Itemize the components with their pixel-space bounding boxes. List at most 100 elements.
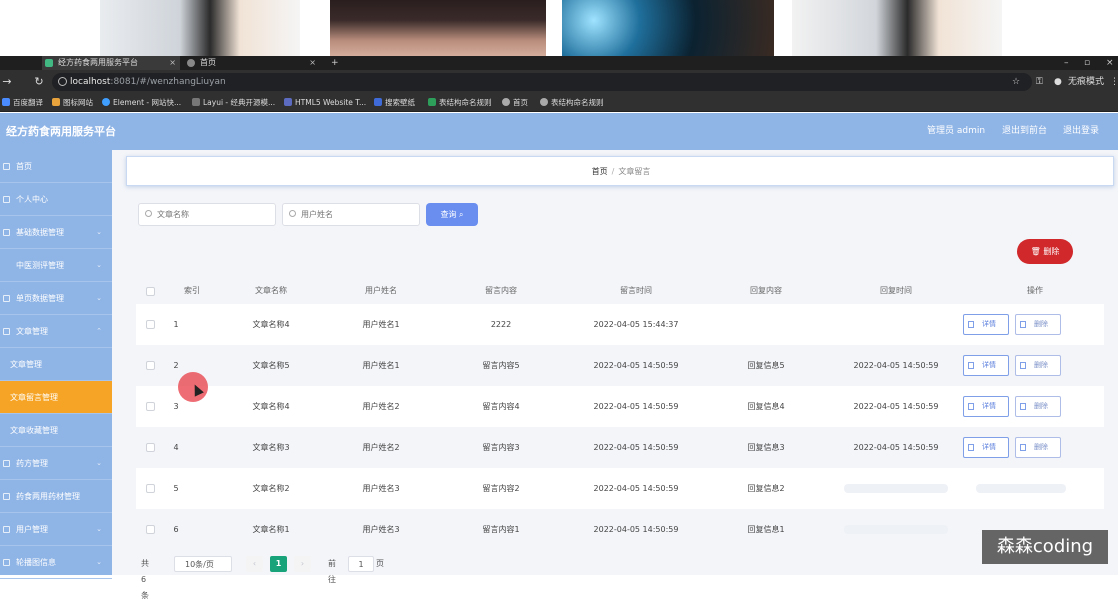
browser-tab-active[interactable]: 经方药食两用服务平台 × bbox=[42, 56, 180, 70]
breadcrumb-home[interactable]: 首页 bbox=[592, 167, 608, 176]
reload-icon[interactable]: ↻ bbox=[32, 75, 46, 89]
bookmark[interactable]: 搜索壁纸 bbox=[374, 94, 415, 112]
row-time: 2022-04-05 14:50:59 bbox=[593, 361, 679, 370]
goto-page-input[interactable]: 1 bbox=[348, 556, 374, 572]
key-icon[interactable]: ⚿ bbox=[1036, 70, 1043, 94]
incognito-icon[interactable]: ● bbox=[1054, 70, 1062, 94]
detail-button[interactable]: 详情 bbox=[963, 396, 1009, 417]
row-user: 用户姓名2 bbox=[362, 402, 400, 411]
sidebar-item-carousel[interactable]: 轮播图信息 ⌄ bbox=[0, 546, 112, 579]
bookmark[interactable]: 表结构命名规则 bbox=[540, 94, 604, 112]
row-reply: 回复信息2 bbox=[747, 484, 785, 493]
sidebar-item-single-page[interactable]: 单页数据管理 ⌄ bbox=[0, 282, 112, 315]
url-field[interactable]: localhost:8081/#/wenzhangLiuyan bbox=[52, 73, 1032, 91]
table-row[interactable]: 3 文章名称4 用户姓名2 留言内容4 2022-04-05 14:50:59 … bbox=[136, 386, 1104, 427]
bookmark-icon bbox=[428, 98, 436, 106]
table-row[interactable]: 4 文章名称3 用户姓名2 留言内容3 2022-04-05 14:50:59 … bbox=[136, 427, 1104, 468]
sidebar-item-users[interactable]: 用户管理 ⌄ bbox=[0, 513, 112, 546]
query-button[interactable]: 查询 ⌕ bbox=[426, 203, 478, 226]
bookmark[interactable]: 表结构命名规则 bbox=[428, 94, 492, 112]
page-size-select[interactable]: 10条/页 bbox=[174, 556, 232, 572]
sidebar-item-profile[interactable]: 个人中心 bbox=[0, 183, 112, 216]
document-icon bbox=[968, 321, 974, 328]
row-delete-button[interactable]: 删除 bbox=[1015, 437, 1061, 458]
row-checkbox[interactable] bbox=[146, 443, 155, 452]
profile-label[interactable]: 无痕模式 bbox=[1068, 70, 1104, 94]
browser-tab[interactable]: 首页 × bbox=[184, 56, 320, 70]
detail-button[interactable]: 详情 bbox=[963, 437, 1009, 458]
document-icon bbox=[968, 403, 974, 410]
table-row[interactable]: 2 文章名称5 用户姓名1 留言内容5 2022-04-05 14:50:59 … bbox=[136, 345, 1104, 386]
sidebar-item-prescriptions[interactable]: 药方管理 ⌄ bbox=[0, 447, 112, 480]
bookmark[interactable]: 图标网站 bbox=[52, 94, 93, 112]
bookmark[interactable]: Layui - 经典开源模... bbox=[192, 94, 275, 112]
trash-icon bbox=[1020, 444, 1026, 451]
sidebar-subitem-article-favorites[interactable]: 文章收藏管理 bbox=[0, 414, 112, 447]
minimize-icon[interactable]: – bbox=[1064, 56, 1069, 70]
select-all-checkbox[interactable] bbox=[146, 287, 155, 296]
menu-icon[interactable]: ⋮ bbox=[1110, 70, 1118, 94]
next-page-button[interactable]: › bbox=[294, 556, 311, 572]
search-icon bbox=[289, 210, 296, 217]
watermark: 森森coding bbox=[982, 530, 1108, 564]
article-title-input[interactable] bbox=[155, 204, 273, 225]
row-content: 留言内容5 bbox=[482, 361, 520, 370]
window-close-icon[interactable]: × bbox=[1106, 56, 1114, 70]
detail-button[interactable]: 详情 bbox=[963, 355, 1009, 376]
sidebar-subitem-article-comments[interactable]: 文章留言管理 bbox=[0, 381, 112, 414]
row-content: 2222 bbox=[490, 320, 512, 329]
sidebar-item-assessment[interactable]: 中医测评管理 ⌄ bbox=[0, 249, 112, 282]
row-index: 1 bbox=[173, 320, 179, 329]
sidebar-item-articles[interactable]: 文章管理 ⌃ bbox=[0, 315, 112, 348]
page-number-current[interactable]: 1 bbox=[270, 556, 287, 572]
back-icon[interactable]: → bbox=[0, 75, 14, 89]
row-content: 留言内容3 bbox=[482, 443, 520, 452]
row-checkbox[interactable] bbox=[146, 361, 155, 370]
table-row[interactable]: 5 文章名称2 用户姓名3 留言内容2 2022-04-05 14:50:59 … bbox=[136, 468, 1104, 509]
user-name-search[interactable] bbox=[282, 203, 420, 226]
sidebar-item-home[interactable]: 首页 bbox=[0, 150, 112, 183]
restore-icon[interactable]: ▫ bbox=[1084, 56, 1090, 70]
trash-icon: 🗑 bbox=[1030, 247, 1041, 256]
globe-icon bbox=[540, 98, 548, 106]
article-title-search[interactable] bbox=[138, 203, 276, 226]
row-title: 文章名称4 bbox=[252, 320, 290, 329]
row-user: 用户姓名3 bbox=[362, 484, 400, 493]
sidebar-item-herbs[interactable]: 药食两用药材管理 bbox=[0, 480, 112, 513]
column-header: 回复时间 bbox=[880, 286, 912, 295]
row-content: 留言内容2 bbox=[482, 484, 520, 493]
sidebar-subitem-articles[interactable]: 文章管理 bbox=[0, 348, 112, 381]
row-delete-button[interactable]: 删除 bbox=[1015, 396, 1061, 417]
back-to-frontend-link[interactable]: 退出到前台 bbox=[1002, 113, 1047, 150]
bookmark[interactable]: HTML5 Website T... bbox=[284, 94, 366, 112]
portrait-image-1 bbox=[100, 0, 300, 58]
row-checkbox[interactable] bbox=[146, 525, 155, 534]
sidebar-item-base-data[interactable]: 基础数据管理 ⌄ bbox=[0, 216, 112, 249]
prev-page-button[interactable]: ‹ bbox=[246, 556, 263, 572]
bulk-delete-button[interactable]: 🗑 删除 bbox=[1017, 239, 1073, 264]
row-checkbox[interactable] bbox=[146, 402, 155, 411]
info-icon bbox=[58, 77, 67, 86]
close-icon[interactable]: × bbox=[169, 56, 176, 70]
row-delete-button[interactable]: 删除 bbox=[1015, 314, 1061, 335]
table-row[interactable]: 1 文章名称4 用户姓名1 2222 2022-04-05 15:44:37 详… bbox=[136, 304, 1104, 345]
bookmark[interactable]: 百度翻译 bbox=[2, 94, 43, 112]
row-checkbox[interactable] bbox=[146, 484, 155, 493]
new-tab-icon[interactable]: + bbox=[331, 56, 339, 70]
globe-icon bbox=[502, 98, 510, 106]
logout-link[interactable]: 退出登录 bbox=[1063, 113, 1099, 150]
row-checkbox[interactable] bbox=[146, 320, 155, 329]
user-name-input[interactable] bbox=[299, 204, 417, 225]
row-index: 6 bbox=[173, 525, 179, 534]
row-time: 2022-04-05 14:50:59 bbox=[593, 484, 679, 493]
bookmark[interactable]: Element - 网站快... bbox=[102, 94, 181, 112]
row-delete-button[interactable]: 删除 bbox=[1015, 355, 1061, 376]
row-reply-time: 2022-04-05 14:50:59 bbox=[853, 443, 939, 452]
detail-button[interactable]: 详情 bbox=[963, 314, 1009, 335]
table-row[interactable]: 6 文章名称1 用户姓名3 留言内容1 2022-04-05 14:50:59 … bbox=[136, 509, 1104, 550]
close-icon[interactable]: × bbox=[309, 56, 316, 70]
bookmark[interactable]: 首页 bbox=[502, 94, 528, 112]
row-reply: 回复信息4 bbox=[747, 402, 785, 411]
star-icon[interactable]: ☆ bbox=[1012, 70, 1020, 94]
sidebar: 首页 个人中心 基础数据管理 ⌄ 中医测评管理 ⌄ 单页数据管理 ⌄ 文章管理 ⌃ 文章… bbox=[0, 150, 112, 579]
